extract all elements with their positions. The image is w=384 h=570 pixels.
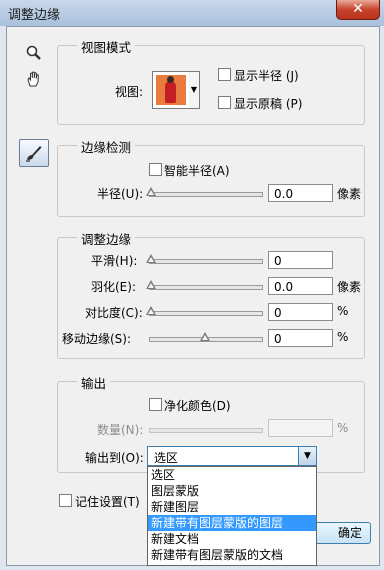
feather-slider-thumb[interactable] <box>146 280 156 289</box>
decontaminate-label: 净化颜色(D) <box>164 399 231 413</box>
output-to-select[interactable]: 选区 ▼ <box>147 446 317 466</box>
dropdown-option-layer-mask[interactable]: 图层蒙版 <box>148 483 316 499</box>
amount-input <box>268 419 333 437</box>
smart-radius-label: 智能半径(A) <box>164 164 230 178</box>
contrast-slider-thumb[interactable] <box>146 306 156 315</box>
shift-edge-unit: % <box>337 330 349 344</box>
show-original-label: 显示原稿 (P) <box>234 97 303 111</box>
window-title: 调整边缘 <box>8 8 61 23</box>
contrast-unit: % <box>337 304 349 318</box>
contrast-input[interactable]: 0 <box>268 303 333 321</box>
output-legend: 输出 <box>77 373 111 392</box>
smooth-input[interactable]: 0 <box>268 251 333 269</box>
show-radius-label: 显示半径 (J) <box>234 69 299 83</box>
view-mode-group <box>57 45 365 125</box>
close-button[interactable]: ✕ <box>336 0 380 20</box>
radius-unit: 像素 <box>337 187 362 201</box>
radius-label: 半径(U): <box>97 187 144 201</box>
zoom-icon <box>26 45 41 60</box>
radius-slider-thumb[interactable] <box>146 187 156 196</box>
hand-icon <box>27 71 39 87</box>
dropdown-option-new-document-with-mask[interactable]: 新建带有图层蒙版的文档 <box>148 547 316 563</box>
view-dropdown-arrow[interactable]: ▼ <box>189 71 200 109</box>
view-label: 视图: <box>115 85 144 99</box>
contrast-slider-track[interactable] <box>149 311 263 316</box>
decontaminate-checkbox[interactable] <box>149 398 162 411</box>
output-to-label: 输出到(O): <box>85 451 144 465</box>
dialog-body: 视图模式 视图: ▼ 显示半径 (J) 显示原稿 (P) 边缘检测 智能半径(A… <box>6 26 380 566</box>
feather-unit: 像素 <box>337 280 362 294</box>
smart-radius-checkbox[interactable] <box>149 163 162 176</box>
title-bar: 调整边缘 ✕ <box>0 0 384 26</box>
shift-edge-slider-thumb[interactable] <box>200 332 210 341</box>
refine-radius-brush-icon <box>26 146 42 162</box>
view-mode-legend: 视图模式 <box>77 37 136 56</box>
hand-tool[interactable] <box>21 67 47 91</box>
caret-down-icon: ▼ <box>190 85 198 94</box>
output-to-dropdown-list: 选区 图层蒙版 新建图层 新建带有图层蒙版的图层 新建文档 新建带有图层蒙版的文… <box>147 466 317 566</box>
adjust-edge-legend: 调整边缘 <box>77 229 136 248</box>
smooth-slider-track[interactable] <box>149 259 263 264</box>
refine-radius-tool[interactable] <box>19 139 49 167</box>
dropdown-option-new-layer[interactable]: 新建图层 <box>148 499 316 515</box>
close-icon: ✕ <box>352 1 364 17</box>
dropdown-option-selection[interactable]: 选区 <box>148 467 316 483</box>
contrast-label: 对比度(C): <box>85 306 143 320</box>
feather-label: 羽化(E): <box>91 280 136 294</box>
show-radius-checkbox[interactable] <box>218 68 231 81</box>
smooth-label: 平滑(H): <box>91 254 138 268</box>
shift-edge-input[interactable]: 0 <box>268 329 333 347</box>
amount-unit: % <box>337 421 349 435</box>
remember-settings-checkbox[interactable] <box>59 494 72 507</box>
select-dropdown-button[interactable]: ▼ <box>298 447 316 465</box>
zoom-tool[interactable] <box>21 41 47 65</box>
output-to-value: 选区 <box>154 451 179 465</box>
preview-image <box>156 75 186 105</box>
show-original-checkbox[interactable] <box>218 96 231 109</box>
shift-edge-label: 移动边缘(S): <box>62 332 132 346</box>
amount-slider-track <box>149 428 263 433</box>
radius-input[interactable]: 0.0 <box>268 184 333 202</box>
smooth-slider-thumb[interactable] <box>146 254 156 263</box>
dropdown-option-new-layer-with-mask[interactable]: 新建带有图层蒙版的图层 <box>148 515 316 531</box>
edge-detection-legend: 边缘检测 <box>77 137 136 156</box>
view-preview-thumbnail[interactable] <box>152 71 190 109</box>
dropdown-option-new-document[interactable]: 新建文档 <box>148 531 316 547</box>
feather-input[interactable]: 0.0 <box>268 277 333 295</box>
chevron-down-icon: ▼ <box>304 451 311 461</box>
amount-label: 数量(N): <box>97 423 144 437</box>
remember-settings-label: 记住设置(T) <box>75 495 140 509</box>
feather-slider-track[interactable] <box>149 285 263 290</box>
radius-slider-track[interactable] <box>149 192 263 197</box>
